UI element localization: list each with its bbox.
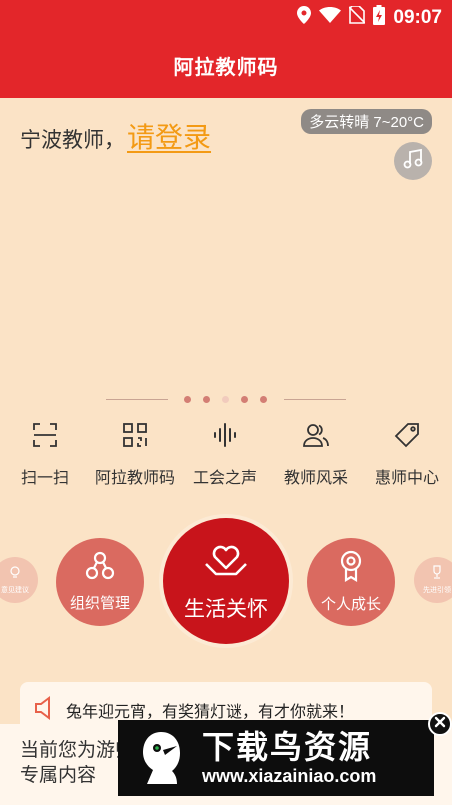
feature-label: 个人成长 <box>320 596 381 613</box>
carousel-dot[interactable] <box>203 396 210 403</box>
greeting: 宁波教师， 请登录 <box>20 116 211 156</box>
greeting-text: 宁波教师， <box>20 129 125 152</box>
quick-item-scan[interactable]: 扫一扫 <box>0 420 90 488</box>
quick-item-label: 扫一扫 <box>20 470 69 487</box>
feature-label: 组织管理 <box>69 595 130 612</box>
speaker-icon <box>34 695 56 726</box>
feature-label: 先进引领 <box>423 587 451 594</box>
carousel-dot-active[interactable] <box>222 396 229 403</box>
feature-life-care[interactable]: 生活关怀 <box>163 518 289 644</box>
feature-org-management[interactable]: 组织管理 <box>56 538 144 626</box>
feature-personal-growth[interactable]: 个人成长 <box>307 538 395 626</box>
sound-wave-icon <box>210 420 240 450</box>
status-time: 09:07 <box>393 6 442 28</box>
quick-item-label: 阿拉教师码 <box>94 470 175 487</box>
quick-menu: 扫一扫 阿拉教师码 工会之声 教师风采 惠师中心 <box>0 420 452 490</box>
ad-url: www.xiazainiao.com <box>202 766 377 786</box>
quick-item-union-voice[interactable]: 工会之声 <box>180 420 270 488</box>
trophy-icon <box>430 565 444 584</box>
carousel-line-left <box>106 399 168 400</box>
carousel-line-right <box>284 399 346 400</box>
login-link[interactable]: 请登录 <box>127 116 211 156</box>
ad-texts: 下载鸟资源 www.xiazainiao.com <box>202 729 376 787</box>
heart-hand-icon <box>204 540 248 585</box>
feature-suggestions[interactable]: 意见建议 <box>0 557 38 603</box>
status-icons: 09:07 <box>297 5 442 30</box>
notice-text: 兔年迎元宵，有奖猜灯谜，有才你就来！ <box>66 704 355 721</box>
award-icon <box>337 550 365 587</box>
music-note-icon <box>402 148 424 175</box>
close-icon <box>434 715 446 733</box>
carousel-indicator <box>106 394 346 406</box>
carousel-dot[interactable] <box>184 396 191 403</box>
feature-label: 意见建议 <box>1 587 29 594</box>
quick-item-label: 惠师中心 <box>374 470 439 487</box>
status-bar: 09:07 <box>0 0 452 32</box>
feature-leadership[interactable]: 先进引领 <box>414 557 452 603</box>
org-icon <box>85 551 115 586</box>
carousel-dot[interactable] <box>241 396 248 403</box>
quick-item-label: 教师风采 <box>283 470 348 487</box>
no-sim-icon <box>348 5 366 29</box>
battery-charging-icon <box>373 5 386 30</box>
location-icon <box>297 6 312 29</box>
ad-title: 下载鸟资源 <box>202 729 373 765</box>
weather-badge: 多云转晴 7~20°C <box>301 109 432 134</box>
tag-icon <box>392 420 422 450</box>
wifi-icon <box>319 7 342 28</box>
main-content: 宁波教师， 请登录 多云转晴 7~20°C 扫一扫 阿拉教师码 工会之声 教师风… <box>0 98 452 805</box>
lightbulb-icon <box>8 565 22 584</box>
qr-code-icon <box>120 420 150 450</box>
quick-item-benefits[interactable]: 惠师中心 <box>362 420 452 488</box>
feature-label: 生活关怀 <box>184 597 268 621</box>
quick-item-teacher-code[interactable]: 阿拉教师码 <box>90 420 180 488</box>
carousel-dot[interactable] <box>260 396 267 403</box>
ad-logo <box>128 725 194 791</box>
ad-close-button[interactable] <box>428 712 452 736</box>
music-button[interactable] <box>394 142 432 180</box>
quick-item-teacher-style[interactable]: 教师风采 <box>271 420 361 488</box>
page-title: 阿拉教师码 <box>173 56 279 79</box>
scan-icon <box>30 420 60 450</box>
quick-item-label: 工会之声 <box>192 470 257 487</box>
title-bar: 阿拉教师码 <box>0 32 452 98</box>
ad-banner[interactable]: 下载鸟资源 www.xiazainiao.com <box>118 720 434 796</box>
people-icon <box>301 420 331 450</box>
